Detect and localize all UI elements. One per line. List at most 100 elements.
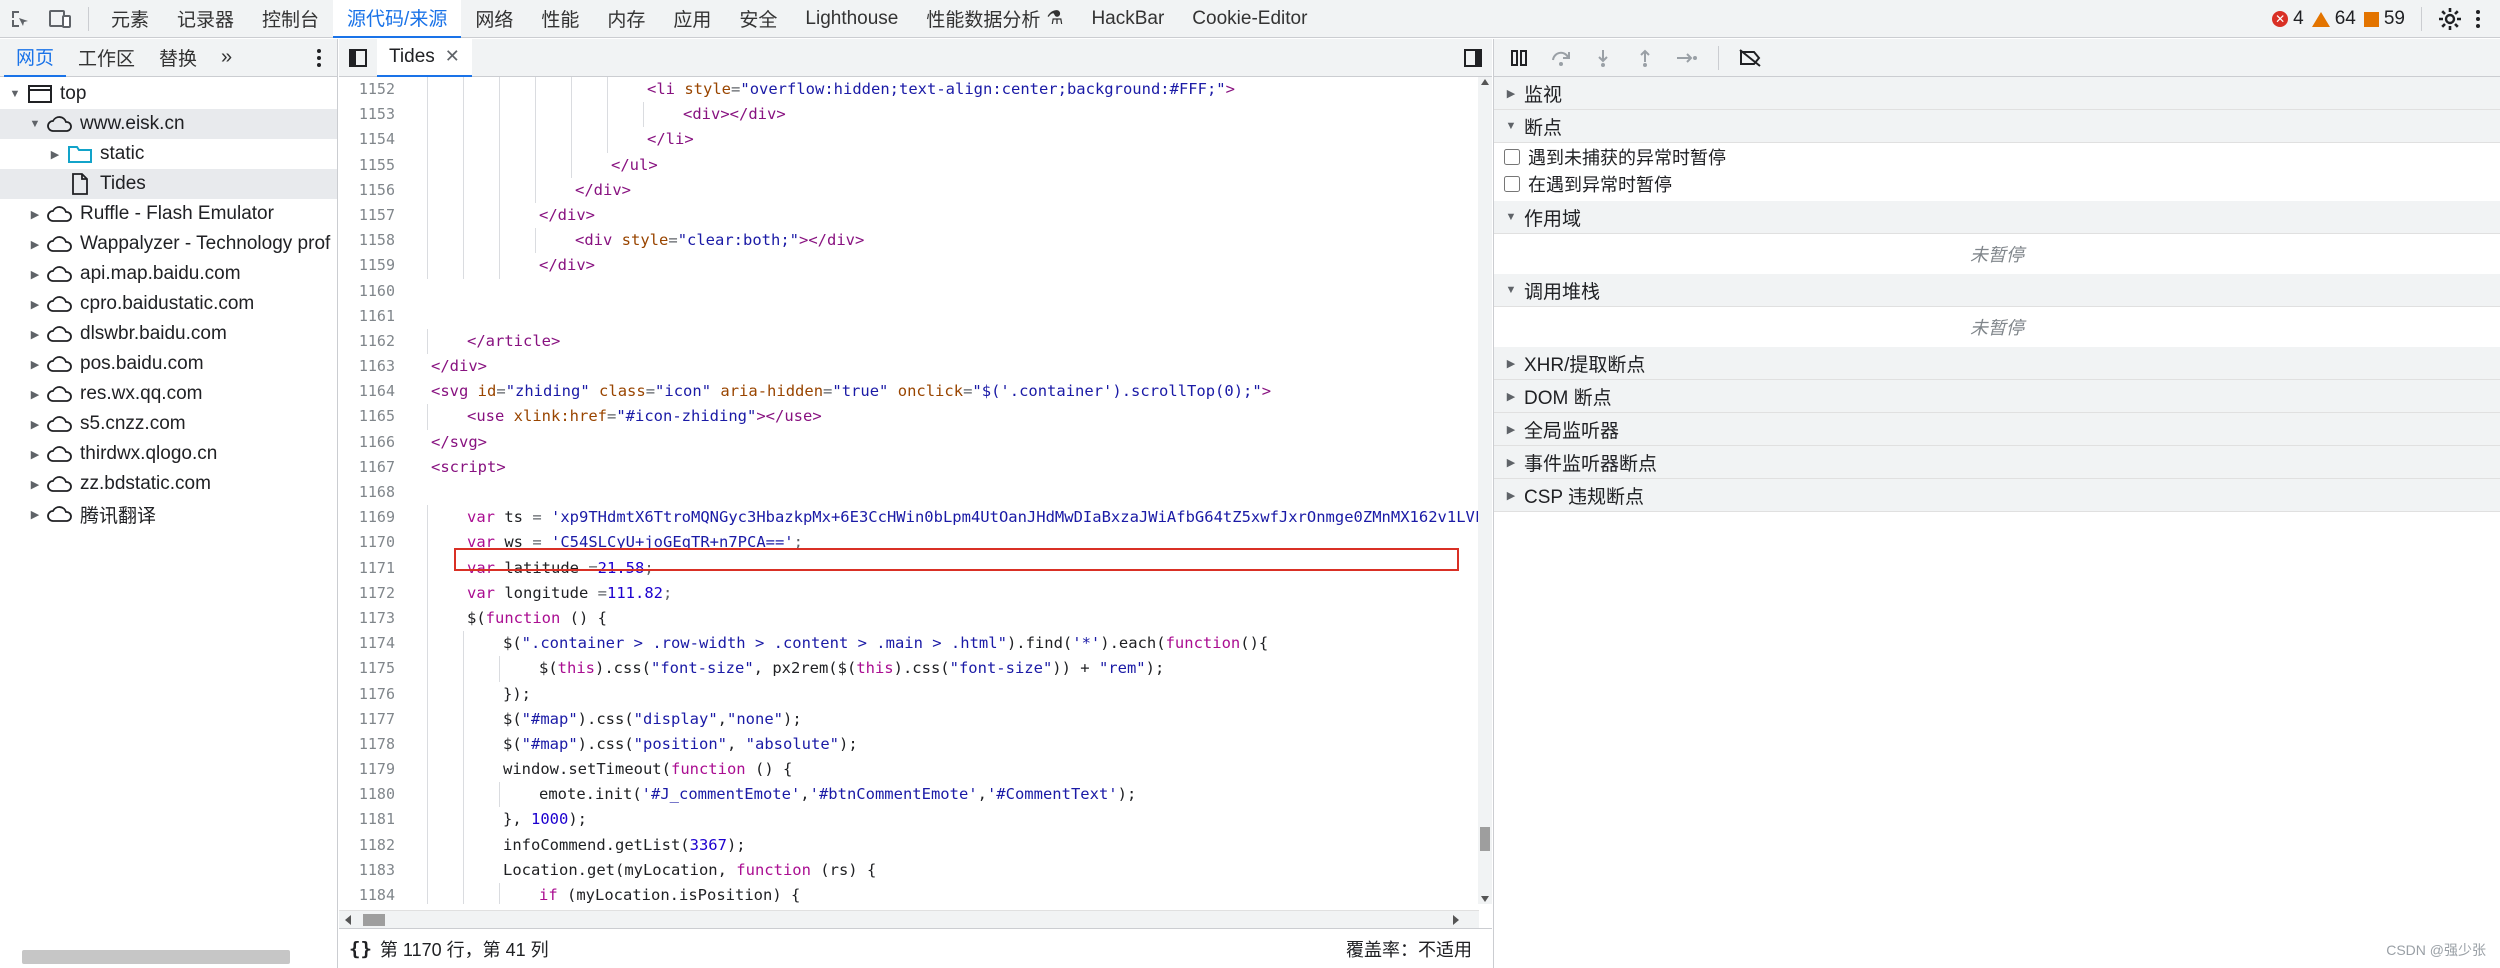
- tree-item[interactable]: ▼ www.eisk.cn: [0, 109, 337, 139]
- code-line[interactable]: 1172 var longitude =111.82;: [339, 580, 1479, 606]
- settings-gear-icon[interactable]: [2438, 7, 2462, 31]
- line-number[interactable]: 1163: [339, 354, 395, 379]
- hscroll-thumb[interactable]: [363, 914, 385, 926]
- line-number[interactable]: 1184: [339, 883, 395, 904]
- code-line[interactable]: 1179 window.setTimeout(function () {: [339, 757, 1479, 783]
- line-number[interactable]: 1153: [339, 102, 395, 127]
- code-line[interactable]: 1155 </ul>: [339, 152, 1479, 178]
- more-options-icon[interactable]: [2470, 10, 2486, 28]
- pause-icon[interactable]: [1500, 39, 1538, 77]
- section-xhr-breakpoints[interactable]: ▶ XHR/提取断点: [1494, 347, 2500, 380]
- line-number[interactable]: 1175: [339, 656, 395, 681]
- line-number[interactable]: 1164: [339, 379, 395, 404]
- section-watch[interactable]: ▶ 监视: [1494, 77, 2500, 110]
- tab-overrides[interactable]: 替换: [147, 39, 209, 77]
- code-line[interactable]: 1166 </svg>: [339, 430, 1479, 455]
- line-number[interactable]: 1167: [339, 455, 395, 480]
- line-number[interactable]: 1152: [339, 77, 395, 102]
- close-tab-icon[interactable]: ✕: [445, 46, 460, 67]
- no-arrow[interactable]: ▶: [28, 328, 42, 341]
- line-number[interactable]: 1160: [339, 279, 395, 304]
- line-number[interactable]: 1168: [339, 480, 395, 505]
- pause-caught-checkbox[interactable]: [1504, 175, 1520, 192]
- line-number[interactable]: 1172: [339, 581, 395, 606]
- code-line[interactable]: 1156 </div>: [339, 177, 1479, 203]
- no-arrow[interactable]: ▶: [28, 448, 42, 461]
- line-number[interactable]: 1158: [339, 228, 395, 253]
- line-number[interactable]: 1156: [339, 178, 395, 203]
- line-number[interactable]: 1173: [339, 606, 395, 631]
- tree-item[interactable]: ▶ zz.bdstatic.com: [0, 469, 337, 499]
- no-arrow[interactable]: ▶: [28, 388, 42, 401]
- scroll-up-icon[interactable]: [1481, 79, 1489, 85]
- tab-12[interactable]: Cookie-Editor: [1178, 0, 1321, 38]
- more-tabs-icon[interactable]: »: [209, 39, 244, 77]
- deactivate-breakpoints-icon[interactable]: [1731, 39, 1769, 77]
- code-line[interactable]: 1177 $("#map").css("display","none");: [339, 706, 1479, 732]
- no-arrow[interactable]: ▶: [28, 208, 42, 221]
- no-arrow[interactable]: ▶: [28, 238, 42, 251]
- section-call-stack[interactable]: ▼ 调用堆栈: [1494, 274, 2500, 307]
- line-number[interactable]: 1181: [339, 807, 395, 832]
- device-toolbar-icon[interactable]: [40, 0, 80, 38]
- line-number[interactable]: 1170: [339, 530, 395, 555]
- code-line[interactable]: 1167 <script>: [339, 455, 1479, 480]
- editor-tab-tides[interactable]: Tides ✕: [377, 38, 472, 77]
- tab-5[interactable]: 性能: [527, 0, 593, 38]
- line-number[interactable]: 1178: [339, 732, 395, 757]
- code-line[interactable]: 1162 </article>: [339, 328, 1479, 355]
- code-line[interactable]: 1174 $(".container > .row-width > .conten…: [339, 631, 1479, 657]
- line-number[interactable]: 1165: [339, 404, 395, 429]
- tree-item[interactable]: ▶ cpro.baidustatic.com: [0, 289, 337, 319]
- line-number[interactable]: 1157: [339, 203, 395, 228]
- tab-10[interactable]: 性能数据分析 ⚗: [912, 0, 1077, 38]
- tab-2[interactable]: 控制台: [248, 0, 333, 38]
- line-number[interactable]: 1159: [339, 253, 395, 278]
- tab-8[interactable]: 安全: [725, 0, 791, 38]
- step-over-icon[interactable]: [1542, 39, 1580, 77]
- tab-11[interactable]: HackBar: [1077, 0, 1178, 38]
- tab-0[interactable]: 元素: [97, 0, 163, 38]
- code-line[interactable]: 1160: [339, 279, 1479, 304]
- line-number[interactable]: 1183: [339, 858, 395, 883]
- tree-item[interactable]: ▶ res.wx.qq.com: [0, 379, 337, 409]
- code-line[interactable]: 1182 infoCommend.getList(3367);: [339, 832, 1479, 858]
- section-csp-breakpoints[interactable]: ▶ CSP 违规断点: [1494, 479, 2500, 512]
- no-arrow[interactable]: ▶: [28, 298, 42, 311]
- step-into-icon[interactable]: [1584, 39, 1622, 77]
- navigator-scrollbar[interactable]: [22, 950, 290, 964]
- line-number[interactable]: 1176: [339, 682, 395, 707]
- tree-item[interactable]: ▶ Ruffle - Flash Emulator: [0, 199, 337, 229]
- line-number[interactable]: 1182: [339, 833, 395, 858]
- no-arrow[interactable]: ▶: [28, 508, 42, 521]
- no-arrow[interactable]: ▶: [28, 358, 42, 371]
- code-line[interactable]: 1169 var ts = 'xp9THdmtX6TtroMQNGyc3Hbazk…: [339, 505, 1479, 531]
- code-line[interactable]: 1165 <use xlink:href="#icon-zhiding"></us…: [339, 404, 1479, 430]
- code-line[interactable]: 1178 $("#map").css("position", "absolute"…: [339, 731, 1479, 758]
- scroll-right-icon[interactable]: [1453, 915, 1459, 925]
- code-line[interactable]: 1173 $(function () {: [339, 605, 1479, 632]
- tab-1[interactable]: 记录器: [163, 0, 248, 38]
- tab-3[interactable]: 源代码/来源: [333, 0, 462, 38]
- tree-item[interactable]: ▶ 腾讯翻译: [0, 499, 337, 529]
- line-number[interactable]: 1154: [339, 127, 395, 152]
- code-line[interactable]: 1159 </div>: [339, 253, 1479, 279]
- tree-item[interactable]: ▶ thirdwx.qlogo.cn: [0, 439, 337, 469]
- coverage-status[interactable]: 覆盖率：不适用: [1346, 936, 1472, 962]
- line-number[interactable]: 1179: [339, 757, 395, 782]
- tree-item[interactable]: ▶ static: [0, 139, 337, 169]
- line-number[interactable]: 1174: [339, 631, 395, 656]
- line-number[interactable]: 1177: [339, 707, 395, 732]
- collapse-arrow-icon[interactable]: ▼: [28, 118, 42, 130]
- tree-item[interactable]: ▶ Wappalyzer - Technology prof: [0, 229, 337, 259]
- code-line[interactable]: 1183 Location.get(myLocation, function (r…: [339, 857, 1479, 883]
- collapse-arrow-icon[interactable]: ▼: [8, 88, 22, 100]
- code-line[interactable]: 1157 </div>: [339, 202, 1479, 229]
- toggle-navigator-icon[interactable]: [339, 39, 377, 77]
- line-number[interactable]: 1155: [339, 153, 395, 178]
- code-line[interactable]: 1181}, 1000);: [339, 807, 1479, 833]
- tab-6[interactable]: 内存: [593, 0, 659, 38]
- pause-uncaught-checkbox[interactable]: [1504, 148, 1520, 165]
- pretty-print-icon[interactable]: {}: [349, 938, 372, 960]
- vertical-scrollbar[interactable]: [1478, 77, 1492, 904]
